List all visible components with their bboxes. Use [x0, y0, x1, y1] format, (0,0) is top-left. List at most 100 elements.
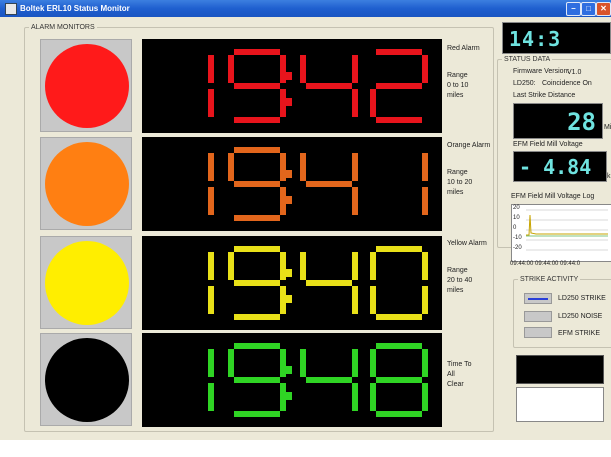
minimize-icon[interactable]: – — [566, 2, 581, 16]
close-icon[interactable]: ✕ — [596, 2, 611, 16]
digit-segment — [234, 280, 280, 286]
digit-segment — [208, 153, 214, 181]
efm-strike-label: EFM STRIKE — [558, 330, 601, 337]
digit-segment — [376, 117, 422, 123]
status-data-legend: STATUS DATA — [504, 56, 551, 63]
digit-segment — [228, 55, 234, 83]
voltage-log-graph: 20 10 0 -10 -20 — [511, 204, 611, 262]
digit-segment — [352, 187, 358, 215]
last-strike-unit: Mi — [604, 124, 611, 131]
red-alarm-light — [40, 39, 132, 132]
alarm-monitors-legend: ALARM MONITORS — [31, 24, 95, 31]
voltage-log-plot — [526, 209, 608, 251]
digit-segment — [422, 286, 428, 314]
last-strike-display: 28 — [513, 103, 603, 139]
digit-segment — [422, 187, 428, 215]
digit-segment — [352, 349, 358, 377]
ld250-label: LD250: — [513, 80, 536, 87]
digit-segment — [300, 252, 306, 280]
clear-light — [40, 333, 132, 426]
red-alarm-clock — [142, 39, 442, 133]
app-window: Boltek ERL10 Status Monitor – □ ✕ ALARM … — [0, 0, 611, 440]
digit-segment — [234, 49, 280, 55]
digit-segment — [306, 280, 352, 286]
digit-segment — [300, 153, 306, 181]
yellow-lamp — [45, 241, 129, 325]
yellow-alarm-range: Range 20 to 40 miles — [447, 267, 473, 294]
all-clear-clock — [142, 333, 442, 427]
red-alarm-digits — [208, 49, 428, 123]
digit-segment — [422, 349, 428, 377]
colon-dot — [284, 269, 292, 277]
digit-segment — [228, 153, 234, 181]
voltage-log-label: EFM Field Mill Voltage Log — [511, 193, 595, 200]
digit-segment — [376, 49, 422, 55]
digit-segment — [352, 383, 358, 411]
digit-segment — [422, 153, 428, 181]
digit-segment — [370, 286, 376, 314]
digit-segment — [234, 147, 280, 153]
digit-segment — [208, 187, 214, 215]
digit-segment — [370, 349, 376, 377]
digit-segment — [208, 349, 214, 377]
digit-segment — [234, 343, 280, 349]
digit-segment — [352, 252, 358, 280]
orange-alarm-range: Range 10 to 20 miles — [447, 169, 473, 196]
yellow-alarm-digits — [208, 246, 428, 320]
ld250-value: Coincidence On — [542, 80, 592, 87]
digit-segment — [306, 181, 352, 187]
orange-alarm-label: Orange Alarm — [447, 142, 491, 149]
efm-strike-indicator — [524, 327, 552, 338]
all-clear-digits — [208, 343, 428, 417]
digit-segment — [208, 89, 214, 117]
digit-segment — [300, 55, 306, 83]
digit-segment — [376, 246, 422, 252]
colon-dot — [284, 196, 292, 204]
ld250-strike-indicator — [524, 293, 552, 304]
strike-activity-legend: STRIKE ACTIVITY — [520, 276, 579, 283]
field-voltage-display: - 4.84 — [513, 151, 607, 182]
digit-segment — [422, 252, 428, 280]
digit-segment — [234, 117, 280, 123]
digit-segment — [352, 153, 358, 181]
ld250-noise-label: LD250 NOISE — [558, 313, 603, 320]
colon-dot — [284, 170, 292, 178]
field-voltage-unit: k — [607, 173, 611, 180]
digit-segment — [234, 246, 280, 252]
black-lamp — [45, 338, 129, 422]
digit-segment — [234, 377, 280, 383]
current-time-display: 14:3 10:0 — [502, 22, 611, 54]
yellow-alarm-label: Yellow Alarm — [447, 240, 487, 247]
digit-segment — [306, 83, 352, 89]
maximize-icon[interactable]: □ — [581, 2, 596, 16]
digit-segment — [300, 349, 306, 377]
digit-segment — [208, 55, 214, 83]
ld250-strike-label: LD250 STRIKE — [558, 295, 606, 302]
digit-segment — [376, 83, 422, 89]
digit-segment — [422, 383, 428, 411]
red-lamp — [45, 44, 129, 128]
orange-alarm-light — [40, 137, 132, 230]
digit-segment — [234, 83, 280, 89]
digit-segment — [370, 89, 376, 117]
digit-segment — [208, 383, 214, 411]
title-bar[interactable]: Boltek ERL10 Status Monitor – □ ✕ — [0, 0, 611, 17]
orange-lamp — [45, 142, 129, 226]
ld250-noise-indicator — [524, 311, 552, 322]
digit-segment — [376, 377, 422, 383]
digit-segment — [352, 286, 358, 314]
digit-segment — [306, 377, 352, 383]
field-voltage-label: EFM Field Mill Voltage — [513, 141, 583, 148]
digit-segment — [234, 314, 280, 320]
digit-segment — [208, 252, 214, 280]
last-strike-label: Last Strike Distance — [513, 92, 576, 99]
orange-alarm-clock — [142, 137, 442, 231]
graph-time-labels: 09:44:00 09:44:00 09:44:0 — [510, 261, 581, 267]
colon-dot — [284, 98, 292, 106]
all-clear-label: Time To All Clear — [447, 361, 472, 388]
yellow-alarm-clock — [142, 236, 442, 330]
digit-segment — [370, 252, 376, 280]
digit-segment — [234, 411, 280, 417]
orange-alarm-digits — [208, 147, 428, 221]
status-display-panel — [516, 355, 604, 384]
